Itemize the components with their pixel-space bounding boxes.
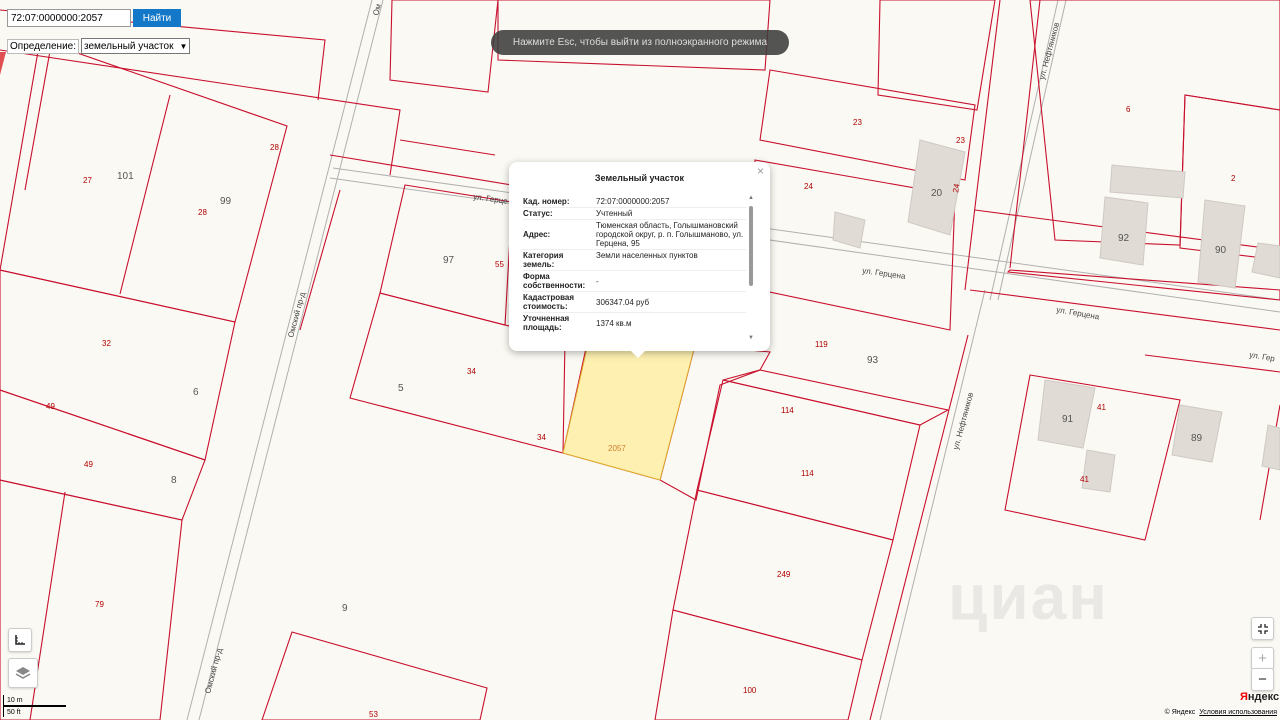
ruler-button[interactable] (8, 628, 32, 652)
parcel-label: 49 (84, 460, 93, 469)
house-number: 97 (443, 255, 455, 266)
scale-imperial: 50 ft (3, 706, 66, 717)
popup-row-status: Статус: Учтенный (523, 207, 746, 219)
popup-row-land-category: Категория земель: Земли населенных пункт… (523, 249, 746, 270)
terms-link[interactable]: Условия использования (1199, 709, 1277, 716)
popup-row-value: Земли населенных пунктов (596, 251, 698, 260)
popup-row-area: Уточненная площадь: 1374 кв.м (523, 312, 746, 333)
popup-scrollbar[interactable]: ▲ ▼ (748, 195, 754, 341)
parcel-label: 79 (95, 600, 104, 609)
parcel-label: 114 (801, 469, 814, 478)
definition-select[interactable]: земельный участок ▼ (81, 38, 191, 54)
fullscreen-button[interactable] (1251, 617, 1274, 640)
popup-title: Земельный участок (594, 173, 685, 183)
minus-icon: − (1258, 671, 1267, 688)
parcel-label: 28 (198, 208, 207, 217)
popup-tail (630, 350, 646, 358)
parcel-label: 28 (270, 143, 279, 152)
popup-row-key: Уточненная площадь: (523, 314, 570, 332)
parcel-label: 2 (1231, 174, 1236, 183)
house-number: 89 (1191, 433, 1203, 444)
definition-label: Определение: (7, 38, 80, 54)
house-number: 20 (931, 188, 943, 199)
scroll-down-icon[interactable]: ▼ (748, 335, 754, 341)
popup-row-ownership: Форма собственности: - (523, 270, 746, 291)
house-number: 5 (398, 383, 404, 394)
plus-icon: + (1258, 650, 1267, 667)
scroll-up-icon[interactable]: ▲ (748, 195, 754, 201)
parcel-label: 41 (1097, 403, 1106, 412)
popup-scroll-thumb[interactable] (749, 206, 753, 286)
fullscreen-hint: Нажмите Esc, чтобы выйти из полноэкранно… (491, 30, 789, 55)
parcel-label: 34 (537, 433, 546, 442)
parcel-label: 23 (956, 136, 965, 145)
house-number: 99 (220, 196, 232, 207)
copyright-text: © Яндекс (1164, 709, 1196, 716)
parcel-label: 100 (743, 686, 757, 695)
popup-row-key: Кадастровая стоимость: (523, 293, 575, 311)
copyright: © Яндекс Условия использования (1164, 709, 1277, 716)
scale-bar: 10 m 50 ft (3, 695, 66, 717)
popup-row-value: Учтенный (596, 209, 633, 218)
popup-row-value: - (596, 276, 599, 286)
parcel-label: 119 (815, 340, 828, 349)
house-number: 90 (1215, 245, 1227, 256)
parcel-label: 23 (853, 118, 862, 127)
parcel-label: 32 (102, 339, 111, 348)
popup-row-key: Форма собственности: (523, 272, 586, 290)
parcel-label: 34 (467, 367, 476, 376)
house-number: 91 (1062, 414, 1074, 425)
watermark: циан (948, 561, 1109, 633)
popup-row-cadastral-value: Кадастровая стоимость: 306347.04 руб (523, 291, 746, 312)
popup-row-value: Тюменская область, Голышмановский городс… (596, 221, 744, 248)
definition-selected-value: земельный участок (84, 40, 174, 52)
popup-row-cadastral-number: Кад. номер: 72:07:0000000:2057 (523, 195, 746, 207)
zoom-in-button[interactable]: + (1251, 647, 1274, 670)
popup-row-address: Адрес: Тюменская область, Голышмановский… (523, 219, 746, 249)
house-number: 92 (1118, 233, 1130, 244)
popup-row-value: 1374 кв.м (596, 318, 632, 328)
definition-row: Определение: земельный участок ▼ (7, 38, 191, 54)
parcel-label: 24 (804, 182, 813, 191)
popup-row-key: Категория земель: (523, 251, 564, 269)
house-number: 93 (867, 355, 879, 366)
house-number: 101 (117, 171, 134, 182)
parcel-label: 49 (46, 402, 55, 411)
yandex-logo[interactable]: Яндекс (1240, 691, 1279, 703)
parcel-label: 114 (781, 406, 794, 415)
parcel-label: 6 (1126, 105, 1131, 114)
ruler-icon (15, 635, 25, 645)
search-button[interactable]: Найти (133, 9, 181, 27)
popup-rows: Кад. номер: 72:07:0000000:2057 Статус: У… (523, 195, 746, 340)
popup-row-key: Кад. номер: (523, 197, 570, 206)
zoom-out-button[interactable]: − (1251, 668, 1274, 691)
popup-row-key: Адрес: (523, 230, 551, 239)
house-number: 6 (193, 387, 199, 398)
layers-icon (15, 667, 31, 679)
house-number: 9 (342, 603, 348, 614)
parcel-label-selected: 2057 (608, 444, 626, 453)
popup-row-value: 72:07:0000000:2057 (596, 197, 670, 206)
search-input[interactable] (7, 9, 131, 27)
parcel-label: 27 (83, 176, 92, 185)
parcel-info-popup: × Земельный участок Кад. номер: 72:07:00… (509, 162, 770, 358)
scale-metric: 10 m (3, 695, 66, 706)
chevron-down-icon: ▼ (179, 41, 188, 51)
popup-row-value: 306347.04 руб (596, 297, 650, 307)
layers-button[interactable] (8, 658, 38, 688)
parcel-label: 55 (495, 260, 504, 269)
fullscreen-exit-icon (1257, 623, 1268, 634)
parcel-label: 249 (777, 570, 791, 579)
house-number: 8 (171, 475, 177, 486)
parcel-label: 41 (1080, 475, 1089, 484)
popup-row-key: Статус: (523, 209, 553, 218)
parcel-label: 53 (369, 710, 378, 719)
